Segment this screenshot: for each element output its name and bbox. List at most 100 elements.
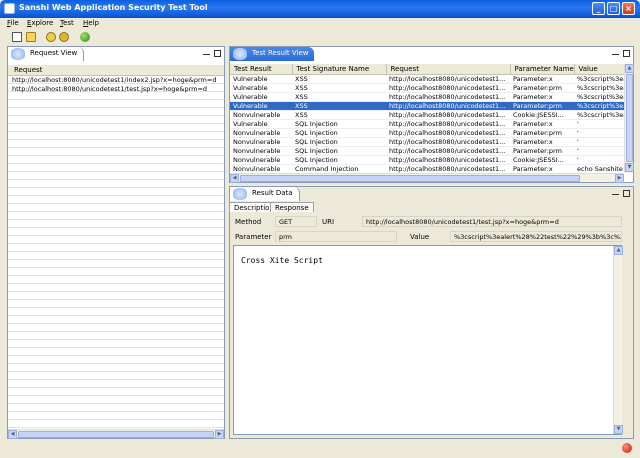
parameter-label: Parameter [235,233,272,241]
run-test-icon[interactable] [80,32,90,42]
save-icon[interactable] [46,32,56,42]
maximize-view-icon[interactable] [214,50,221,57]
maximize-button[interactable]: □ [607,2,620,15]
open-folder-icon[interactable] [26,32,36,42]
view-icon [233,48,247,60]
cell-value: ' [574,119,624,129]
cell-value: ' [574,146,624,156]
method-label: Method [235,218,262,226]
tab-result-data[interactable]: Result Data [230,187,300,201]
description-vertical-scrollbar[interactable]: ▲ ▼ [613,246,623,434]
cell-request: http://localhost8080/unicodetest1... [386,101,510,111]
minimize-view-icon[interactable] [612,51,619,55]
cell-test-result: Vulnerable [230,119,292,129]
column-header-request[interactable]: Request [386,64,511,75]
menu-explore[interactable]: Explore [27,19,53,27]
scroll-up-icon[interactable]: ▲ [625,64,634,73]
status-error-icon[interactable] [622,443,632,453]
scroll-right-icon[interactable]: ▶ [215,430,224,439]
column-header-parameter[interactable]: Parameter Name [510,64,575,75]
table-row[interactable]: Nonvulnerable SQL Injection http://localho… [230,137,624,147]
maximize-view-icon[interactable] [623,50,630,57]
scroll-left-icon[interactable]: ◀ [8,430,17,439]
parameter-field: prm [275,231,397,242]
table-row[interactable]: Nonvulnerable SQL Injection http://localho… [230,155,624,165]
table-row[interactable]: Vulnerable XSS http://localhost8080/unicod… [230,83,624,93]
scroll-down-icon[interactable]: ▼ [625,163,634,172]
cell-signature: XSS [292,101,386,111]
results-vertical-scrollbar[interactable]: ▲ ▼ [624,64,634,173]
table-row[interactable]: Nonvulnerable Command Injection http://loc… [230,164,624,173]
save-all-icon[interactable] [59,32,69,42]
test-result-table-wrap: Test Result Test Signature Name Request … [230,64,624,173]
table-row[interactable]: Vulnerable XSS http://localhost8080/unicod… [230,101,624,111]
request-column-header[interactable]: Request [8,65,224,76]
menu-help[interactable]: Help [83,19,99,27]
status-bar [0,440,640,458]
cell-request: http://localhost8080/unicodetest1... [386,155,510,165]
tab-request-view[interactable]: Request View [8,47,85,61]
close-button[interactable]: × [622,2,635,15]
cell-request: http://localhost8080/unicodetest1... [386,83,510,93]
maximize-view-icon[interactable] [623,190,630,197]
cell-parameter: Cookie:JSESSI... [510,110,574,120]
tab-test-result-view[interactable]: Test Result View [230,47,315,61]
cell-parameter: Parameter:prm [510,128,574,138]
tab-test-result-label: Test Result View [252,49,309,57]
cell-value: ' [574,155,624,165]
column-header-signature[interactable]: Test Signature Name [292,64,387,75]
cell-value: %3cscript%3eal [574,83,624,93]
request-horizontal-scrollbar[interactable]: ◀ ▶ [8,429,224,439]
scroll-right-icon[interactable]: ▶ [615,174,624,183]
menu-bar: File Explore Test Help [0,18,640,30]
minimize-button[interactable]: _ [592,2,605,15]
tab-request-view-label: Request View [30,49,78,57]
table-row[interactable]: Nonvulnerable XSS http://localhost8080/uni… [230,110,624,120]
subtab-response[interactable]: Response [270,202,314,212]
cell-signature: Command Injection [292,164,386,173]
minimize-view-icon[interactable] [612,191,619,195]
request-header-label: Request [14,66,43,74]
description-text-area[interactable]: Cross Xite Script ▲ ▼ [233,245,623,435]
cell-request: http://localhost8080/unicodetest1... [386,128,510,138]
cell-signature: SQL Injection [292,155,386,165]
list-item[interactable]: http://localhost:8080/unicodetest1/test.… [12,85,224,94]
cell-test-result: Nonvulnerable [230,164,292,173]
scroll-thumb[interactable] [18,431,214,438]
table-row[interactable]: Vulnerable SQL Injection http://localhost8… [230,119,624,129]
cell-parameter: Parameter:x [510,92,574,102]
scroll-down-icon[interactable]: ▼ [614,425,623,434]
cell-signature: SQL Injection [292,146,386,156]
cell-test-result: Nonvulnerable [230,110,292,120]
minimize-view-icon[interactable] [203,51,210,55]
scroll-thumb[interactable] [626,74,633,162]
title-bar: Sanshi Web Application Security Test Too… [0,0,640,18]
cell-parameter: Parameter:x [510,119,574,129]
cell-parameter: Parameter:x [510,74,574,84]
cell-parameter: Cookie:JSESSI... [510,155,574,165]
results-horizontal-scrollbar[interactable]: ◀ ▶ [230,173,624,183]
uri-label: URI [322,218,335,226]
list-item[interactable]: http://localhost:8080/unicodetest1/index… [12,76,224,85]
column-header-test-result[interactable]: Test Result [230,64,293,75]
cell-request: http://localhost8080/unicodetest1... [386,92,510,102]
scroll-up-icon[interactable]: ▲ [614,246,623,255]
cell-value: %3cscript%3eal [574,92,624,102]
cell-request: http://localhost8080/unicodetest1... [386,74,510,84]
cell-value: %3cscript%3eal [574,101,624,111]
scroll-left-icon[interactable]: ◀ [230,174,239,183]
table-row[interactable]: Vulnerable XSS http://localhost8080/unicod… [230,92,624,102]
table-row[interactable]: Nonvulnerable SQL Injection http://localho… [230,128,624,138]
cell-signature: XSS [292,74,386,84]
cell-signature: SQL Injection [292,137,386,147]
menu-file[interactable]: File [7,19,19,27]
scroll-thumb[interactable] [240,175,580,182]
cell-request: http://localhost8080/unicodetest1... [386,146,510,156]
column-header-value[interactable]: Value [574,64,624,75]
new-file-icon[interactable] [12,32,22,42]
cell-test-result: Nonvulnerable [230,155,292,165]
table-row[interactable]: Nonvulnerable SQL Injection http://localho… [230,146,624,156]
table-row[interactable]: Vulnerable XSS http://localhost8080/unicod… [230,74,624,84]
menu-test[interactable]: Test [60,19,74,27]
cell-test-result: Nonvulnerable [230,146,292,156]
